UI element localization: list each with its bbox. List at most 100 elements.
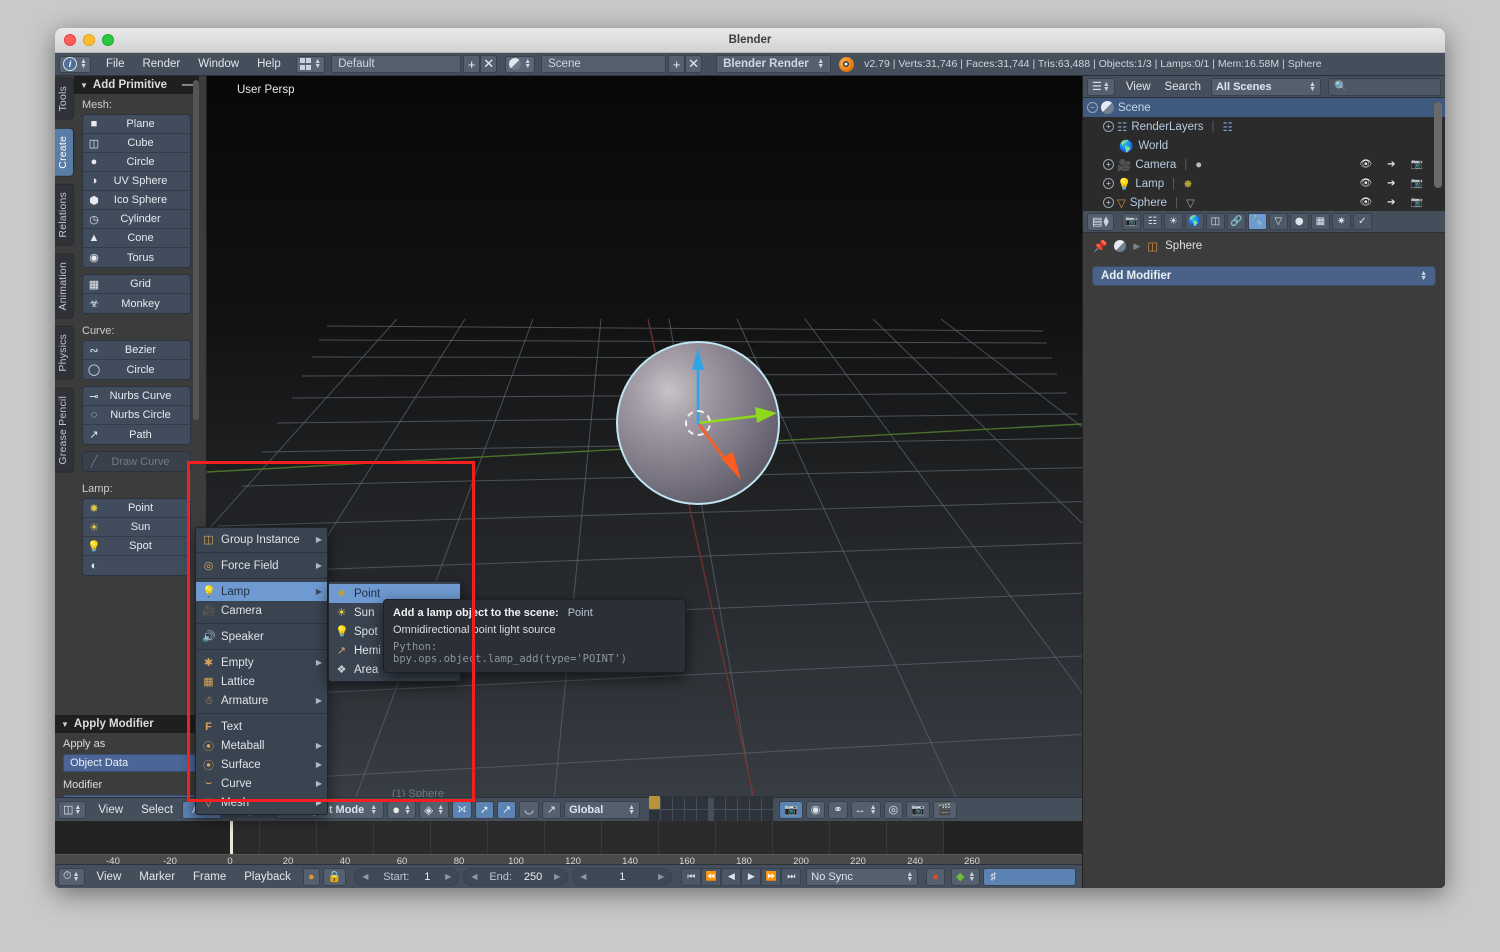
previous-keyframe-button[interactable]: ⏪ xyxy=(701,867,722,886)
transform-manipulator[interactable] xyxy=(607,326,827,546)
menu-item-metaball[interactable]: ⦿ Metaball ▶ xyxy=(196,736,327,755)
menu-item-camera[interactable]: 🎥 Camera xyxy=(196,601,327,620)
tool-shelf-tabs[interactable]: Tools Create Relations Animation Physics… xyxy=(55,78,74,480)
manipulator-extra-toggle[interactable]: ↗ xyxy=(541,800,562,819)
outliner-search-input[interactable]: 🔍 xyxy=(1327,77,1441,96)
add-grid-button[interactable]: ▦ Grid xyxy=(83,275,190,294)
menu-item-surface[interactable]: ⦿ Surface ▶ xyxy=(196,755,327,774)
frame-start-field[interactable]: ◀ Start: 1 ▶ xyxy=(354,867,460,886)
scene-layers-block-1[interactable] xyxy=(649,796,709,823)
timeline-menu-marker[interactable]: Marker xyxy=(130,865,184,889)
outliner-row-scene[interactable]: − Scene xyxy=(1083,98,1445,117)
scene-name-field[interactable]: Scene xyxy=(541,55,667,73)
tab-physics[interactable]: Physics xyxy=(55,326,74,380)
add-torus-button[interactable]: ◉ Torus xyxy=(83,248,190,267)
panel-add-primitive-header[interactable]: ▼ Add Primitive ━━ xyxy=(74,76,199,94)
timeline-editor-type-button[interactable]: ⏱ ▲ ▼ xyxy=(58,867,85,886)
timeline-menu-frame[interactable]: Frame xyxy=(184,865,235,889)
scene-browse-button[interactable]: ▲ ▼ xyxy=(505,55,536,73)
outliner-row-renderlayers[interactable]: + ☷ RenderLayers | ☷ xyxy=(1083,117,1445,136)
add-ico-sphere-button[interactable]: ⬢ Ico Sphere xyxy=(83,191,190,210)
visibility-icon[interactable]: 👁 xyxy=(1359,178,1372,189)
outliner-row-sphere[interactable]: + ▽ Sphere | ▽ 👁 ➔ 📷 xyxy=(1083,193,1445,211)
add-lamp-hemi-button[interactable]: ◐ xyxy=(83,556,190,575)
outliner-menu-view[interactable]: View xyxy=(1119,76,1158,98)
add-lamp-sun-button[interactable]: ☀ Sun xyxy=(83,518,190,537)
tab-create[interactable]: Create xyxy=(55,127,74,177)
menu-item-empty[interactable]: ✱ Empty ▶ xyxy=(196,653,327,672)
pin-icon[interactable]: 📌 xyxy=(1093,239,1107,253)
transform-manipulator-toggle[interactable]: ⟗ xyxy=(452,800,472,819)
menu-item-curve[interactable]: ⌣ Curve ▶ xyxy=(196,774,327,793)
playback-controls[interactable]: ⏮ ⏪ ◀ ▶ ⏩ ⏭ xyxy=(681,867,802,886)
play-reverse-button[interactable]: ◀ xyxy=(721,867,742,886)
tab-material[interactable]: ● xyxy=(1289,213,1309,230)
keying-set-field[interactable]: ♯ xyxy=(983,867,1076,886)
play-button[interactable]: ▶ xyxy=(741,867,762,886)
add-menu-popup[interactable]: ◫ Group Instance ▶ ◎ Force Field ▶ 💡 Lam… xyxy=(195,527,328,815)
tab-particles[interactable]: ✷ xyxy=(1331,213,1351,230)
add-path-button[interactable]: ↗ Path xyxy=(83,425,190,444)
add-lamp-point-button[interactable]: ✸ Point xyxy=(83,499,190,518)
timeline-menu-playback[interactable]: Playback xyxy=(235,865,300,889)
menu-window[interactable]: Window xyxy=(189,53,248,76)
tab-data[interactable]: ▽ xyxy=(1268,213,1288,230)
menu-render[interactable]: Render xyxy=(133,53,189,76)
add-cylinder-button[interactable]: ◷ Cylinder xyxy=(83,210,190,229)
panel-drag-handle-icon[interactable]: ━━ xyxy=(182,80,193,91)
delete-scene-button[interactable]: ✕ xyxy=(685,55,703,73)
tab-texture[interactable]: ▦ xyxy=(1310,213,1330,230)
opengl-render-animation-button[interactable]: 🎬 xyxy=(932,800,957,819)
pivot-point-select[interactable]: ◈ ▲ ▼ xyxy=(419,800,450,819)
delete-screen-layout-button[interactable]: ✕ xyxy=(480,55,498,73)
menu-file[interactable]: File xyxy=(97,53,134,76)
outliner-editor-type-button[interactable]: ☰ ▲ ▼ xyxy=(1087,77,1115,96)
outliner-tree[interactable]: − Scene + ☷ RenderLayers | ☷ 🌎 World + 🎥… xyxy=(1083,98,1445,211)
outliner-row-toggles[interactable]: 👁 ➔ 📷 xyxy=(1359,159,1423,170)
tab-physics[interactable]: ✓ xyxy=(1352,213,1372,230)
lock-time-toggle[interactable]: 🔒 xyxy=(322,867,347,886)
outliner-row-lamp[interactable]: + 💡 Lamp | ✸ 👁 ➔ 📷 xyxy=(1083,174,1445,193)
info-editor-type-button[interactable]: i ▲ ▼ xyxy=(59,55,91,73)
tab-animation[interactable]: Animation xyxy=(55,253,74,319)
opengl-render-image-button[interactable]: 📷 xyxy=(906,800,930,819)
view3d-menu-view[interactable]: View xyxy=(89,798,132,822)
add-bezier-button[interactable]: ∾ Bezier xyxy=(83,341,190,360)
menu-item-lamp[interactable]: 💡 Lamp ▶ xyxy=(196,582,327,601)
outliner-scrollbar[interactable] xyxy=(1434,102,1442,188)
properties-editor-type-button[interactable]: ▤ ▲ ▼ xyxy=(1087,212,1114,231)
view3d-menu-select[interactable]: Select xyxy=(132,798,182,822)
expand-icon[interactable]: + xyxy=(1103,159,1114,170)
menu-item-group-instance[interactable]: ◫ Group Instance ▶ xyxy=(196,530,327,549)
collapse-icon[interactable]: − xyxy=(1087,102,1098,113)
menu-item-armature[interactable]: ☃ Armature ▶ xyxy=(196,691,327,710)
add-lamp-spot-button[interactable]: 💡 Spot xyxy=(83,537,190,556)
camera-data-icon[interactable]: ● xyxy=(1195,159,1202,171)
tab-modifiers[interactable]: 🔧 xyxy=(1247,213,1267,230)
apply-modifier-header[interactable]: ▼ Apply Modifier xyxy=(55,715,206,733)
jump-to-start-button[interactable]: ⏮ xyxy=(681,867,702,886)
opengl-render-options[interactable]: ◎ xyxy=(883,800,904,819)
visibility-icon[interactable]: 👁 xyxy=(1359,197,1372,208)
outliner-row-world[interactable]: 🌎 World xyxy=(1083,136,1445,155)
view3d-editor-type-button[interactable]: ◫ ▲ ▼ xyxy=(58,800,87,819)
add-monkey-button[interactable]: ☣ Monkey xyxy=(83,294,190,313)
renderlayers-icon[interactable]: ☷ xyxy=(1223,120,1233,134)
add-nurbs-curve-button[interactable]: ⊸ Nurbs Curve xyxy=(83,387,190,406)
menu-item-force-field[interactable]: ◎ Force Field ▶ xyxy=(196,556,327,575)
outliner-row-toggles[interactable]: 👁 ➔ 📷 xyxy=(1359,197,1423,208)
mesh-data-icon[interactable]: ▽ xyxy=(1186,196,1195,210)
outliner-row-camera[interactable]: + 🎥 Camera | ● 👁 ➔ 📷 xyxy=(1083,155,1445,174)
renderability-icon[interactable]: 📷 xyxy=(1411,159,1423,170)
tab-constraints[interactable]: 🔗 xyxy=(1226,213,1246,230)
tab-scene[interactable]: ☀ xyxy=(1163,213,1183,230)
selectability-icon[interactable]: ➔ xyxy=(1387,159,1395,170)
screen-layout-field[interactable]: Default xyxy=(331,55,462,73)
menu-help[interactable]: Help xyxy=(248,53,290,76)
record-composite-toggle[interactable]: ● xyxy=(926,867,945,886)
snap-toggle[interactable]: ⚭ xyxy=(828,800,848,819)
maximize-window-button[interactable] xyxy=(102,34,114,46)
add-circle-button[interactable]: ● Circle xyxy=(83,153,190,172)
auto-keyframe-toggle[interactable]: ● xyxy=(302,867,320,886)
add-uv-sphere-button[interactable]: ◑ UV Sphere xyxy=(83,172,190,191)
